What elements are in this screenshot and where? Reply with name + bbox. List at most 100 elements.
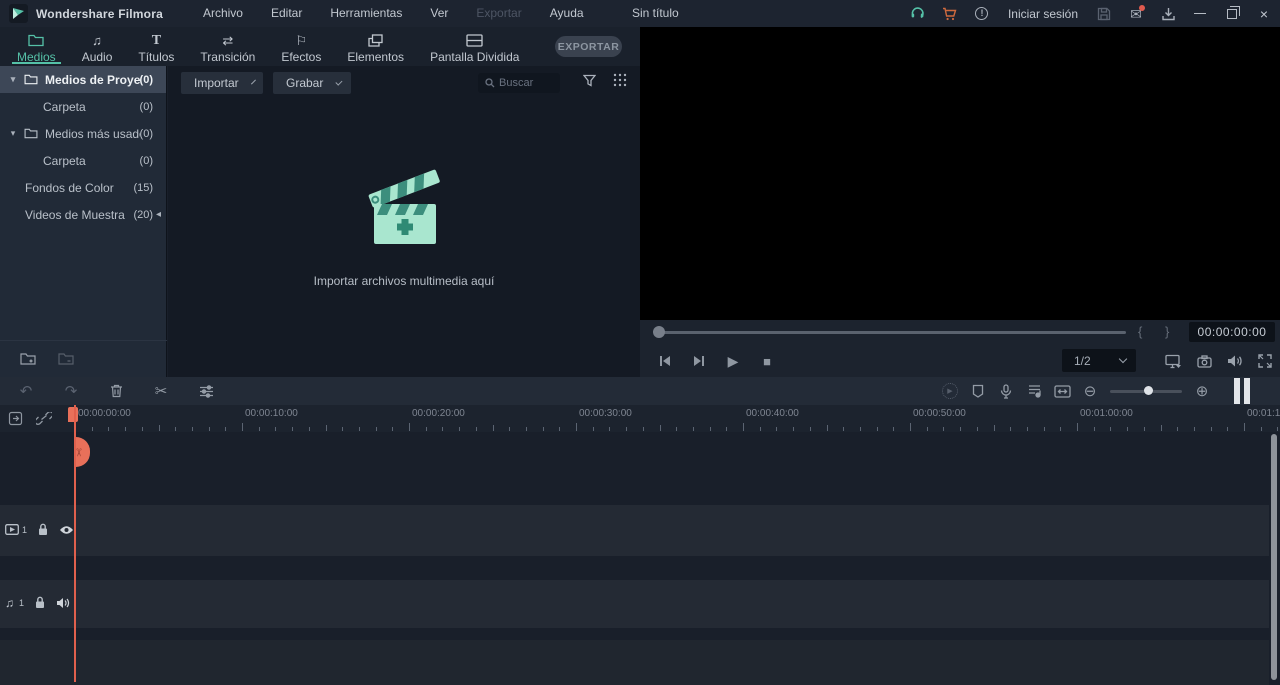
voiceover-mic-icon[interactable] [992, 384, 1020, 399]
menu-herramientas[interactable]: Herramientas [316, 0, 416, 27]
sidebar-item-carpeta[interactable]: Carpeta(0) [0, 93, 166, 120]
sidebar-item-medios-de-proyect[interactable]: ▾Medios de Proyect(0) [0, 66, 166, 93]
play-button[interactable]: ▶ [716, 348, 750, 374]
save-icon[interactable] [1088, 0, 1120, 27]
download-icon[interactable] [1152, 0, 1184, 27]
export-button[interactable]: EXPORTAR [555, 36, 622, 57]
ruler-label: 00:00:00:00 [78, 408, 131, 419]
link-icon[interactable] [36, 412, 52, 425]
menu-ayuda[interactable]: Ayuda [536, 0, 598, 27]
chevron-down-icon [251, 79, 256, 84]
undo-icon[interactable]: ↶ [12, 384, 40, 399]
info-icon[interactable]: ! [966, 0, 998, 27]
previous-frame-button[interactable] [648, 348, 682, 374]
expander-icon[interactable]: ▾ [8, 74, 18, 85]
menu-exportar[interactable]: Exportar [462, 0, 535, 27]
sidebar-item-medios-mas-usados[interactable]: ▾Medios más usados(0) [0, 120, 166, 147]
fullscreen-icon[interactable] [1258, 354, 1272, 368]
folder-icon [28, 33, 44, 48]
sidebar-collapse-arrow-icon[interactable]: ◂ [156, 209, 161, 220]
mail-icon[interactable]: ✉ [1120, 0, 1152, 27]
document-title: Sin título [632, 0, 679, 27]
login-button[interactable]: Iniciar sesión [998, 7, 1088, 21]
add-folder-icon[interactable] [20, 352, 36, 365]
mark-in-button[interactable]: { [1138, 324, 1142, 339]
app-name: Wondershare Filmora [36, 7, 163, 21]
tab-pantalla-dividida[interactable]: Pantalla Dividida [417, 27, 532, 66]
clapperboard-icon [360, 166, 448, 252]
sidebar-item-videos-de-muestra[interactable]: Videos de Muestra(20) [0, 201, 166, 228]
close-button[interactable]: × [1248, 0, 1280, 27]
audio-mixer-icon[interactable] [1020, 384, 1048, 398]
scrub-track[interactable] [656, 331, 1126, 334]
menu-bar: ArchivoEditarHerramientasVerExportarAyud… [189, 0, 598, 27]
adjust-sliders-icon[interactable] [192, 385, 220, 398]
lock-icon[interactable] [35, 596, 45, 609]
sidebar-item-fondos-de-color[interactable]: Fondos de Color(15) [0, 174, 166, 201]
support-headset-icon[interactable] [902, 0, 934, 27]
mark-out-button[interactable]: } [1165, 324, 1169, 339]
media-empty-state[interactable]: Importar archivos multimedia aquí [168, 166, 640, 288]
filter-icon[interactable] [583, 74, 596, 87]
tab-medios[interactable]: Medios [4, 27, 69, 66]
split-scissors-icon[interactable]: ✂ [147, 384, 175, 399]
restore-button[interactable] [1216, 0, 1248, 27]
ruler-label: 00:00:50:00 [913, 408, 966, 419]
redo-icon[interactable]: ↷ [57, 384, 85, 399]
ruler-label: 00:00:30:00 [579, 408, 632, 419]
timeline-toolbar: ↶ ↷ ✂ ▶ [0, 377, 1280, 405]
tab-efectos[interactable]: ⚐Efectos [268, 27, 334, 66]
render-preview-icon[interactable]: ▶ [936, 383, 964, 399]
lock-icon[interactable] [38, 523, 48, 536]
volume-icon[interactable] [1227, 354, 1243, 368]
import-dropdown[interactable]: Importar [181, 72, 263, 94]
video-track-lane[interactable] [0, 505, 1269, 556]
zoom-in-icon[interactable]: ⊕ [1188, 384, 1216, 399]
playhead-flag[interactable] [68, 407, 78, 422]
tab-audio[interactable]: ♫Audio [69, 27, 126, 66]
split-screen-icon [466, 33, 483, 48]
item-count: (0) [140, 155, 153, 167]
timeline-vertical-scrollbar[interactable] [1271, 434, 1277, 680]
tab-elementos[interactable]: Elementos [334, 27, 417, 66]
ruler-label: 00:01:00:00 [1080, 408, 1133, 419]
snapshot-camera-icon[interactable] [1197, 355, 1212, 368]
eye-visibility-icon[interactable] [59, 525, 74, 535]
timeline-ruler[interactable]: 00:00:00:0000:00:10:0000:00:20:0000:00:3… [0, 405, 1280, 432]
timeline-bottom-strip [0, 640, 1269, 685]
tab-titulos[interactable]: TTítulos [125, 27, 187, 66]
marker-icon[interactable] [964, 384, 992, 398]
menu-ver[interactable]: Ver [416, 0, 462, 27]
grid-view-icon[interactable] [613, 73, 627, 87]
keyframe-fit-icon[interactable] [1048, 385, 1076, 398]
item-count: (0) [140, 128, 153, 140]
sidebar-item-carpeta[interactable]: Carpeta(0) [0, 147, 166, 174]
media-sidebar: ▾Medios de Proyect(0)Carpeta(0)▾Medios m… [0, 66, 167, 377]
delete-folder-icon[interactable] [58, 352, 74, 365]
menu-archivo[interactable]: Archivo [189, 0, 257, 27]
menu-editar[interactable]: Editar [257, 0, 316, 27]
stop-button[interactable]: ■ [750, 348, 784, 374]
dual-monitor-icon[interactable] [1165, 354, 1182, 369]
timeline-zoom-slider[interactable] [1110, 390, 1182, 393]
zoom-slider-handle[interactable] [1144, 386, 1153, 395]
search-box[interactable] [478, 73, 560, 93]
record-dropdown[interactable]: Grabar [273, 72, 351, 94]
mute-speaker-icon[interactable] [56, 597, 70, 609]
ruler-label: 00:00:20:00 [412, 408, 465, 419]
next-frame-button[interactable] [682, 348, 716, 374]
scrub-handle[interactable] [653, 326, 665, 338]
paste-board-icon[interactable] [8, 411, 23, 426]
expander-icon[interactable]: ▾ [8, 128, 18, 139]
zoom-out-icon[interactable]: ⊖ [1076, 384, 1104, 399]
preview-quality-dropdown[interactable]: 1/2 [1062, 349, 1136, 372]
cart-icon[interactable] [934, 0, 966, 27]
search-input[interactable] [499, 77, 555, 89]
audio-track-lane[interactable] [0, 580, 1269, 628]
delete-icon[interactable] [102, 384, 130, 398]
ruler-label: 00:01:1 [1247, 408, 1280, 419]
timeline-body[interactable]: 1 ♫ 1 [0, 432, 1280, 685]
track-height-bars-icon[interactable] [1234, 378, 1250, 404]
tab-transicion[interactable]: ⇄Transición [187, 27, 268, 66]
minimize-button[interactable] [1184, 0, 1216, 27]
